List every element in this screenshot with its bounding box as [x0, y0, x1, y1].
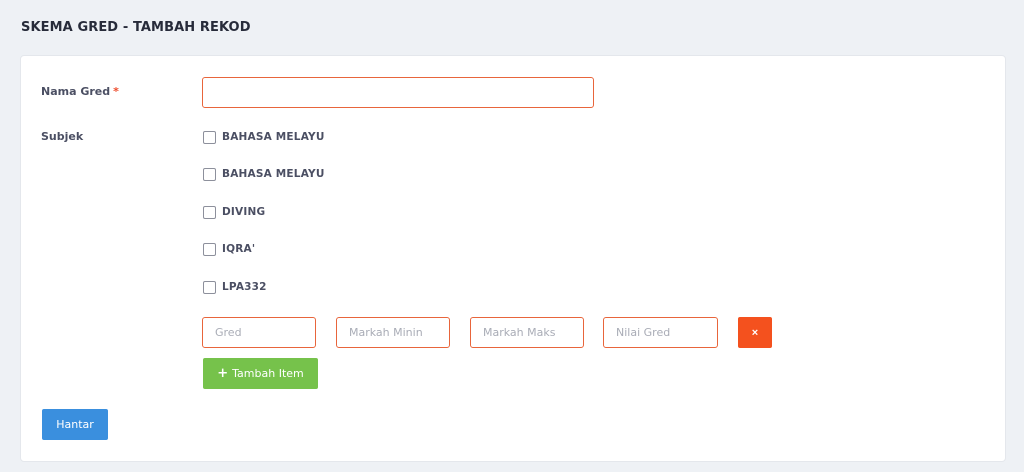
subjek-option-2[interactable]: BAHASA MELAYU: [203, 166, 325, 182]
plus-icon: +: [217, 366, 229, 381]
close-icon: ×: [751, 326, 759, 339]
subjek-option-label: IQRA': [222, 243, 256, 255]
add-item-label: Tambah Item: [232, 367, 304, 380]
checkbox[interactable]: [203, 130, 216, 144]
checkbox[interactable]: [203, 167, 216, 181]
markah-min-input[interactable]: [336, 317, 450, 348]
remove-item-button[interactable]: ×: [738, 317, 772, 348]
submit-button[interactable]: Hantar: [42, 409, 108, 440]
subjek-option-label: BAHASA MELAYU: [222, 168, 325, 180]
subjek-option-5[interactable]: LPA332: [203, 279, 267, 295]
form-card: Nama Gred * Subjek BAHASA MELAYU BAHASA M…: [20, 55, 1006, 462]
subjek-option-label: BAHASA MELAYU: [222, 131, 325, 143]
page-title: SKEMA GRED - TAMBAH REKOD: [21, 20, 251, 35]
checkbox[interactable]: [203, 280, 216, 294]
add-item-button[interactable]: + Tambah Item: [203, 358, 318, 389]
gred-input[interactable]: [202, 317, 316, 348]
subjek-option-label: LPA332: [222, 281, 267, 293]
nama-gred-label-text: Nama Gred: [41, 85, 111, 98]
subjek-option-1[interactable]: BAHASA MELAYU: [203, 129, 325, 145]
nama-gred-input[interactable]: [202, 77, 594, 108]
nilai-gred-input[interactable]: [603, 317, 718, 348]
checkbox[interactable]: [203, 205, 216, 219]
subjek-option-3[interactable]: DIVING: [203, 204, 265, 220]
checkbox[interactable]: [203, 242, 216, 256]
nama-gred-label: Nama Gred *: [41, 85, 119, 98]
subjek-label: Subjek: [41, 130, 84, 143]
markah-maks-input[interactable]: [470, 317, 584, 348]
required-asterisk: *: [113, 85, 119, 98]
subjek-option-4[interactable]: IQRA': [203, 241, 255, 257]
subjek-option-label: DIVING: [222, 206, 266, 218]
